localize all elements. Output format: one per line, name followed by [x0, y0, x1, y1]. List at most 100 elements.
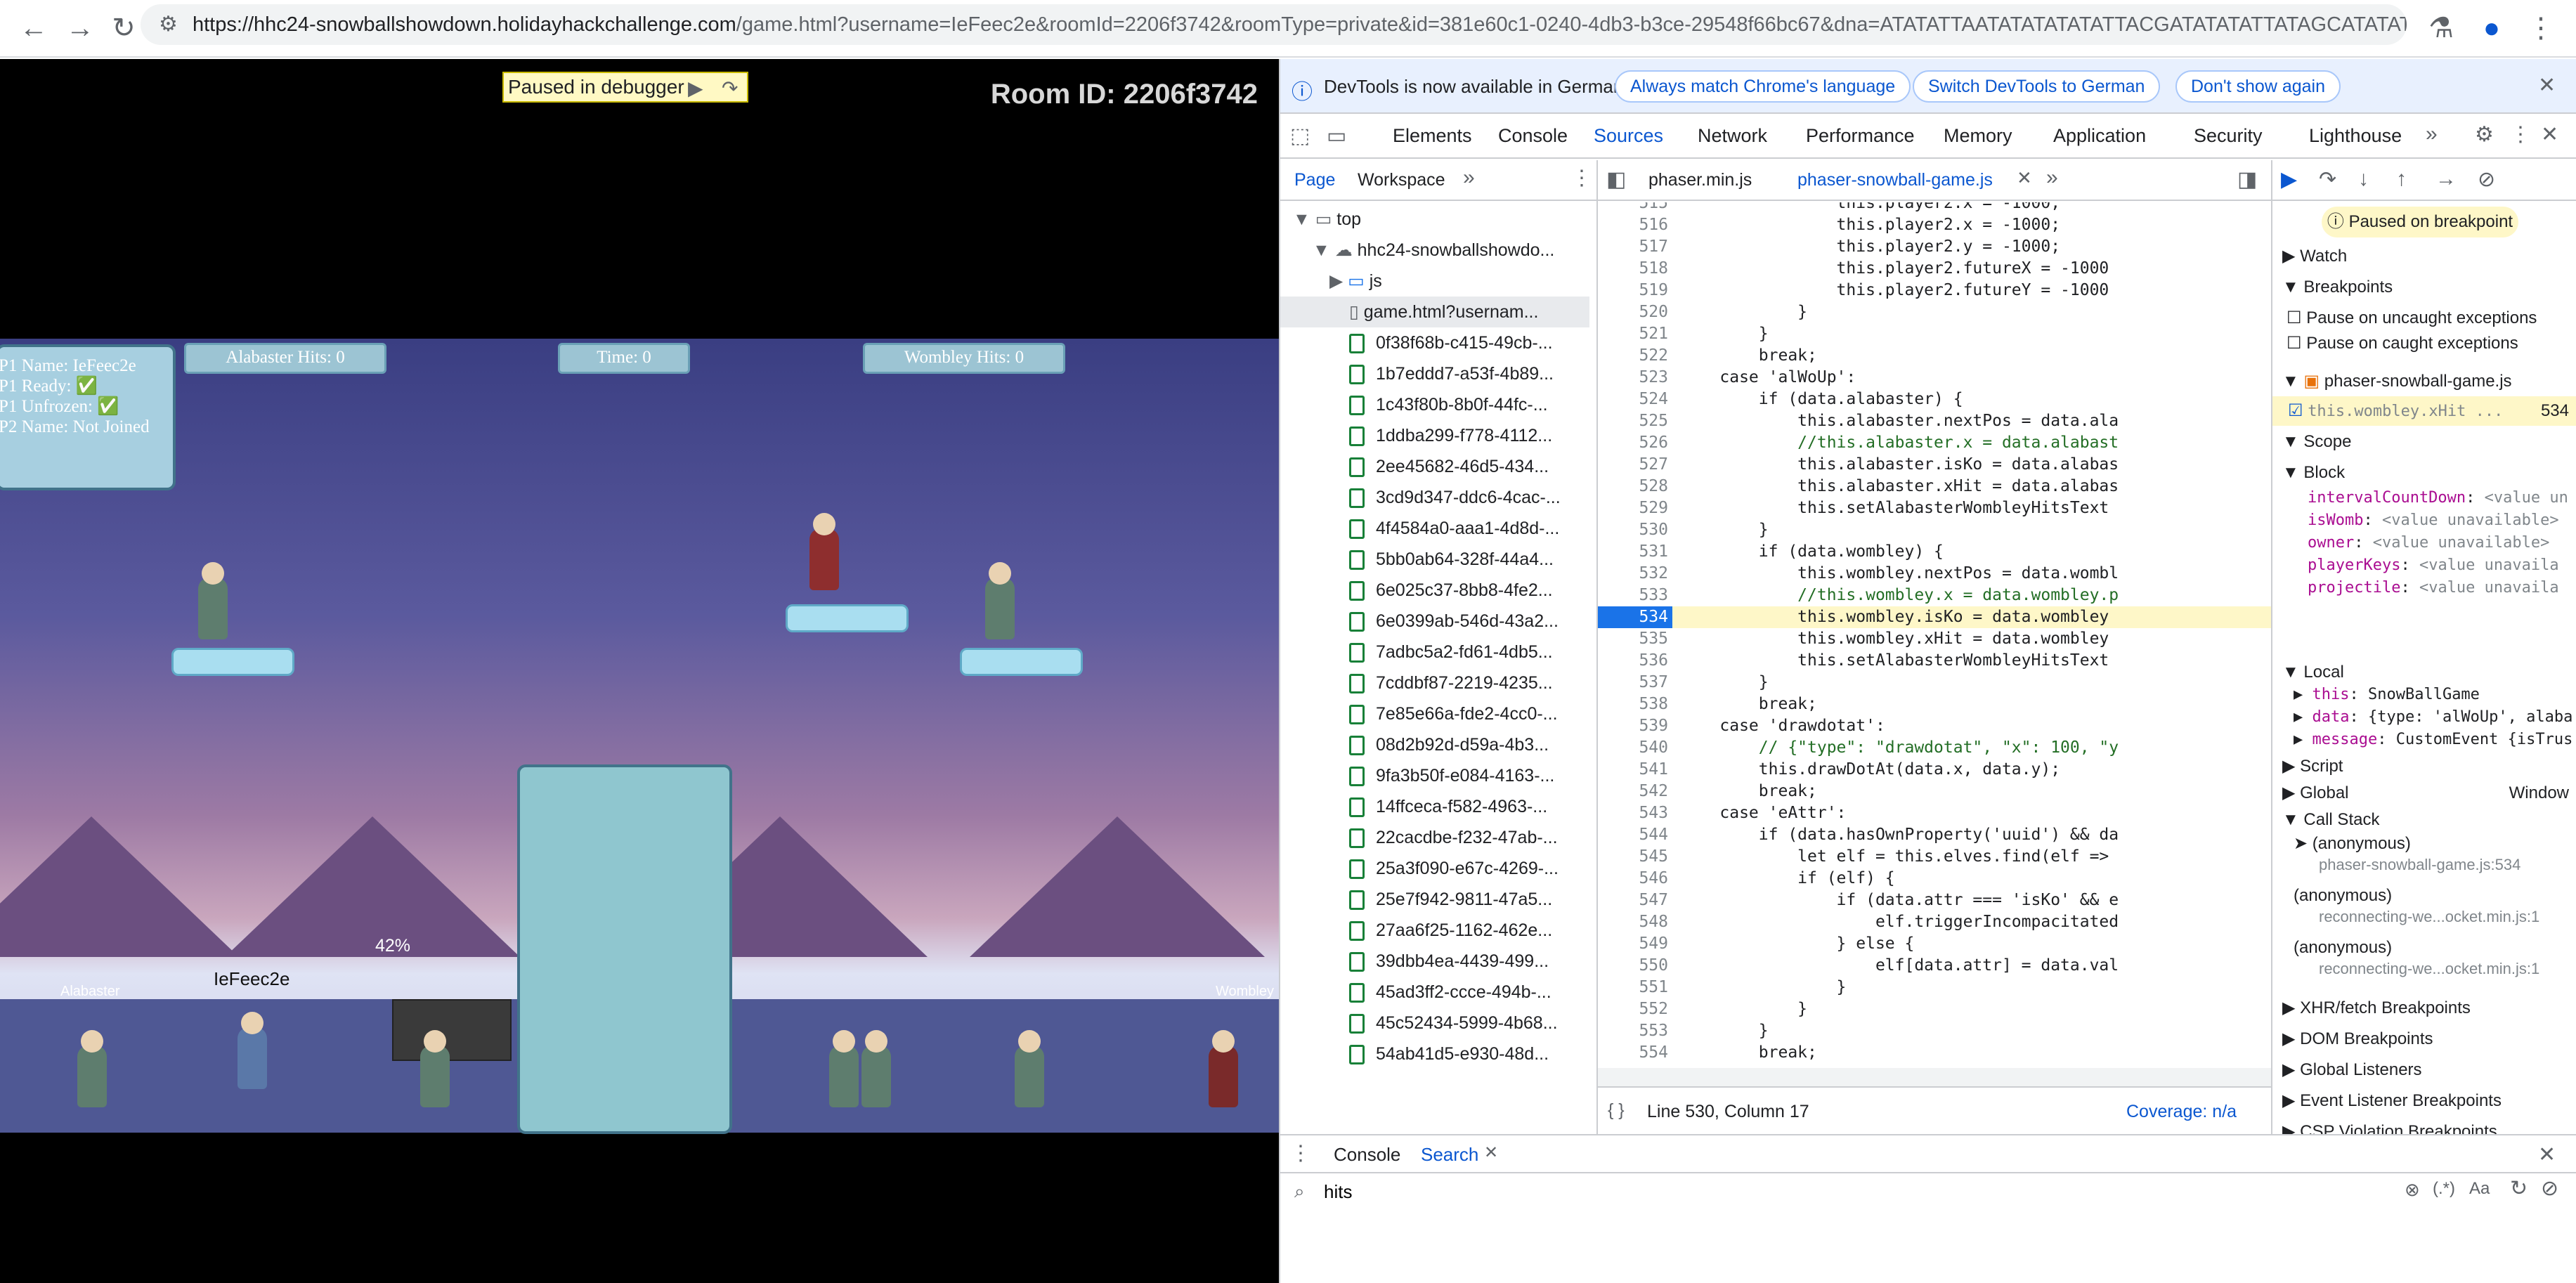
drawer-menu-icon[interactable]: ⋮	[1290, 1141, 1311, 1166]
line-number[interactable]: 515	[1598, 202, 1672, 214]
code-line[interactable]: case 'alWoUp':	[1681, 367, 1856, 389]
code-line[interactable]: break;	[1681, 345, 1817, 367]
scope-variable[interactable]: projectile: <value unavaila	[2272, 573, 2576, 603]
code-line[interactable]: break;	[1681, 693, 1817, 715]
clear-search-icon[interactable]: ⊗	[2405, 1179, 2420, 1201]
code-line[interactable]: if (data.alabaster) {	[1681, 389, 1963, 410]
line-number[interactable]: 519	[1598, 280, 1672, 301]
customize-icon[interactable]: ⋮	[2510, 122, 2531, 147]
navigator-file[interactable]: 45c52434-5999-4b68...	[1280, 1008, 1589, 1038]
line-number[interactable]: 552	[1598, 998, 1672, 1020]
code-line[interactable]: this.player2.futureX = -1000	[1681, 258, 2109, 280]
line-number[interactable]: 543	[1598, 802, 1672, 824]
forward-icon[interactable]: →	[62, 10, 98, 46]
navigator-file[interactable]: 25e7f942-9811-47a5...	[1280, 884, 1589, 915]
tree-js-folder[interactable]: ▶ ▭ js	[1280, 266, 1589, 297]
line-number[interactable]: 532	[1598, 563, 1672, 585]
navigator-file[interactable]: 25a3f090-e67c-4269-...	[1280, 853, 1589, 884]
tree-game-html[interactable]: ▯ game.html?usernam...	[1280, 297, 1589, 327]
call-stack-frame[interactable]: ➤ (anonymous) phaser-snowball-game.js:534	[2272, 833, 2576, 883]
line-number[interactable]: 545	[1598, 846, 1672, 868]
code-line[interactable]: }	[1681, 519, 1769, 541]
sidebar-section[interactable]: ▶ XHR/fetch Breakpoints	[2272, 994, 2576, 1023]
close-icon[interactable]: ✕	[2538, 73, 2556, 98]
close-drawer-icon[interactable]: ✕	[2538, 1142, 2556, 1167]
line-number[interactable]: 524	[1598, 389, 1672, 410]
line-number[interactable]: 539	[1598, 715, 1672, 737]
code-line[interactable]: // {"type": "drawdotat", "x": 100, "y	[1681, 737, 2119, 759]
resume-icon[interactable]: ▶	[2281, 167, 2297, 192]
tab-workspace[interactable]: Workspace	[1358, 170, 1445, 190]
back-icon[interactable]: ←	[15, 10, 52, 46]
code-line[interactable]: if (elf) {	[1681, 868, 1894, 890]
code-line[interactable]: if (data.wombley) {	[1681, 541, 1944, 563]
tab-security[interactable]: Security	[2194, 125, 2263, 147]
navigator-file[interactable]: 0f38f68b-c415-49cb-...	[1280, 327, 1589, 358]
navigator-file[interactable]: 1b7eddd7-a53f-4b89...	[1280, 358, 1589, 389]
navigator-file[interactable]: 39dbb4ea-4439-499...	[1280, 946, 1589, 977]
game-viewport[interactable]: Paused in debugger ▶ ↷ Room ID: 2206f374…	[0, 59, 1279, 1283]
navigator-file[interactable]: 1c43f80b-8b0f-44fc-...	[1280, 389, 1589, 420]
code-line[interactable]: elf[data.attr] = data.val	[1681, 955, 2119, 977]
device-toolbar-icon[interactable]: ▭	[1327, 124, 1346, 148]
close-search-icon[interactable]: ✕	[1484, 1142, 1498, 1163]
toggle-debugger-icon[interactable]: ◨	[2237, 167, 2257, 192]
regex-icon[interactable]: (.*)	[2433, 1179, 2455, 1199]
navigator-file[interactable]: 08d2b92d-d59a-4b3...	[1280, 729, 1589, 760]
tab-performance[interactable]: Performance	[1806, 125, 1915, 147]
drawer-tab-console[interactable]: Console	[1334, 1144, 1400, 1166]
code-lines[interactable]: 515 this.player2.x = -1000; 516 this.play…	[1598, 202, 2271, 1068]
step-over-icon[interactable]: ↷	[722, 74, 738, 103]
line-number[interactable]: 528	[1598, 476, 1672, 497]
tab-memory[interactable]: Memory	[1944, 125, 2012, 147]
line-number[interactable]: 527	[1598, 454, 1672, 476]
menu-icon[interactable]: ⋮	[2523, 10, 2559, 46]
close-tab-icon[interactable]: ✕	[2017, 167, 2032, 189]
step-into-icon[interactable]: ↓	[2358, 167, 2369, 191]
drawer-tab-search[interactable]: Search	[1421, 1144, 1478, 1166]
line-number[interactable]: 525	[1598, 410, 1672, 432]
line-number[interactable]: 516	[1598, 214, 1672, 236]
switch-german-button[interactable]: Switch DevTools to German	[1913, 70, 2161, 103]
step-out-icon[interactable]: ↑	[2396, 167, 2407, 191]
tab-console[interactable]: Console	[1498, 125, 1568, 147]
code-line[interactable]: if (data.attr === 'isKo' && e	[1681, 890, 2119, 911]
line-number[interactable]: 518	[1598, 258, 1672, 280]
navigator-file[interactable]: 14ffceca-f582-4963-...	[1280, 791, 1589, 822]
code-line[interactable]: }	[1681, 977, 1847, 998]
code-line[interactable]: }	[1681, 301, 1807, 323]
line-number[interactable]: 549	[1598, 933, 1672, 955]
navigator-file[interactable]: 45ad3ff2-ccce-494b-...	[1280, 977, 1589, 1008]
tree-host[interactable]: ▼ ☁ hhc24-snowballshowdo...	[1280, 235, 1589, 266]
navigator-file[interactable]: 6e025c37-8bb8-4fe2...	[1280, 575, 1589, 606]
editor-tab-snowball-game[interactable]: phaser-snowball-game.js	[1797, 170, 1993, 190]
site-info-icon[interactable]: ⚙	[159, 4, 178, 45]
code-line[interactable]: this.wombley.isKo = data.wombley	[1681, 606, 2109, 628]
address-bar[interactable]: ⚙ https://hhc24-snowballshowdown.holiday…	[141, 4, 2407, 45]
code-line[interactable]: break;	[1681, 1042, 1817, 1064]
reload-icon[interactable]: ↻	[105, 10, 142, 46]
close-devtools-icon[interactable]: ✕	[2541, 122, 2558, 147]
code-line[interactable]: this.setAlabasterWombleyHitsText	[1681, 497, 2109, 519]
nav-menu-icon[interactable]: ⋮	[1571, 166, 1592, 190]
deactivate-breakpoints-icon[interactable]: ⊘	[2478, 167, 2495, 192]
code-line[interactable]: }	[1681, 1020, 1769, 1042]
code-line[interactable]: this.player2.futureY = -1000	[1681, 280, 2109, 301]
more-tabs-icon[interactable]: »	[2426, 122, 2438, 146]
tab-sources[interactable]: Sources	[1594, 125, 1663, 147]
breakpoint-marker[interactable]: 534	[1598, 606, 1672, 628]
scope-script[interactable]: ▶ Script	[2272, 752, 2576, 781]
code-line[interactable]: this.drawDotAt(data.x, data.y);	[1681, 759, 2060, 781]
navigator-file[interactable]: 22cacdbe-f232-47ab-...	[1280, 822, 1589, 853]
search-input[interactable]	[1324, 1179, 2027, 1204]
line-number[interactable]: 537	[1598, 672, 1672, 693]
labs-icon[interactable]: ⚗	[2423, 10, 2459, 46]
tab-page[interactable]: Page	[1294, 170, 1335, 190]
code-line[interactable]: this.alabaster.nextPos = data.ala	[1681, 410, 2119, 432]
more-editor-tabs-icon[interactable]: »	[2046, 166, 2058, 190]
code-line[interactable]: this.alabaster.isKo = data.alabas	[1681, 454, 2119, 476]
resume-icon[interactable]: ▶	[688, 74, 703, 103]
navigator-file[interactable]: 7adbc5a2-fd61-4db5...	[1280, 637, 1589, 667]
inspect-icon[interactable]: ⬚	[1290, 124, 1310, 148]
code-line[interactable]: case 'eAttr':	[1681, 802, 1846, 824]
